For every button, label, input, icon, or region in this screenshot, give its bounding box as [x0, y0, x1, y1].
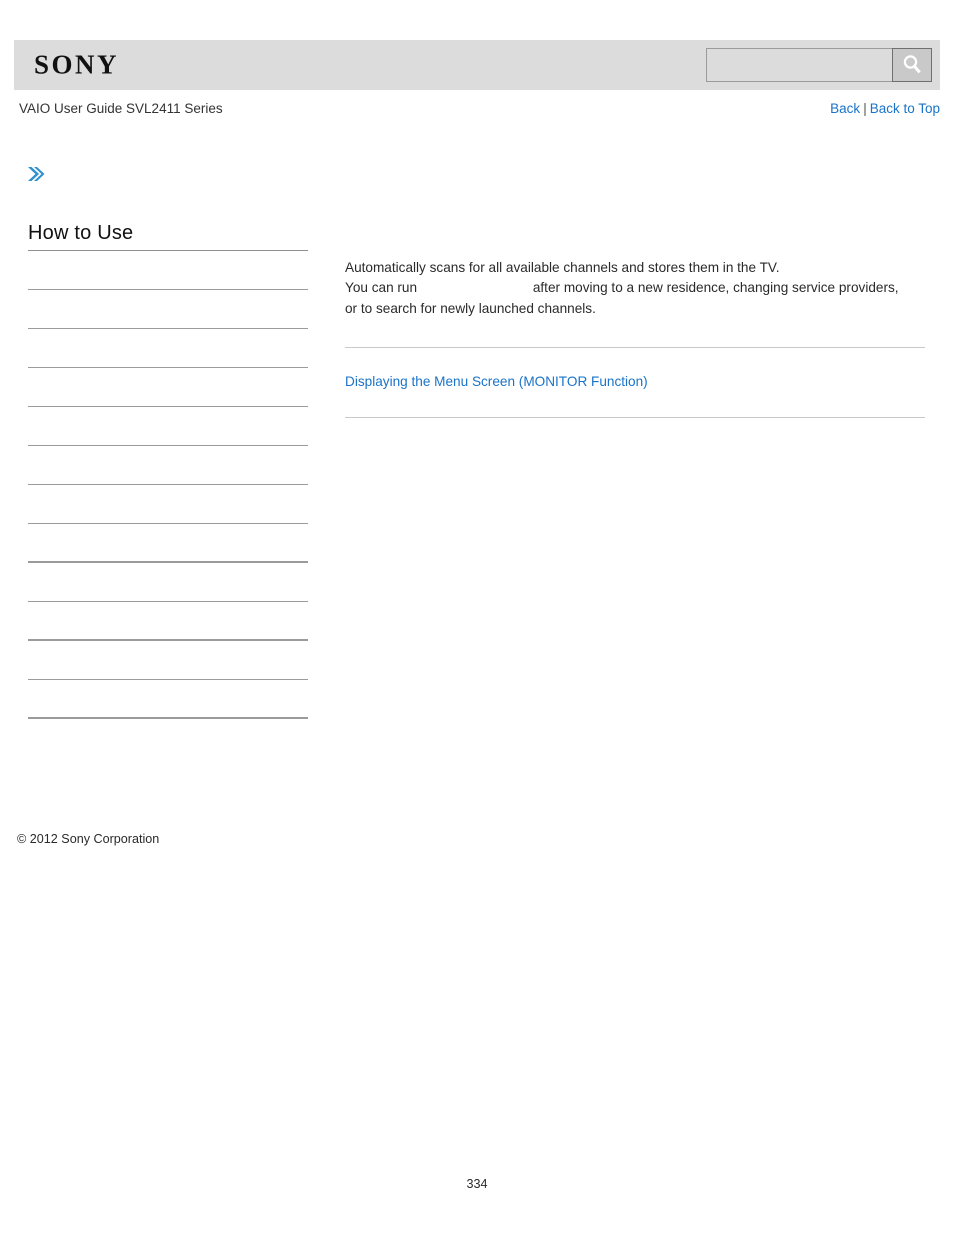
back-link[interactable]: Back	[830, 101, 860, 116]
breadcrumb: VAIO User Guide SVL2411 Series Back | Back…	[14, 101, 940, 121]
page-number: 334	[466, 1177, 488, 1191]
search-button[interactable]	[892, 48, 932, 82]
sidebar-item-5[interactable]	[28, 407, 308, 446]
header-nav-links: Back | Back to Top	[830, 101, 940, 116]
content-divider-top	[345, 346, 925, 348]
description-line-2-before: You can run	[345, 280, 418, 296]
sidebar-item-3[interactable]	[28, 329, 308, 368]
search-icon	[900, 53, 924, 77]
nav-separator: |	[863, 101, 867, 116]
sidebar-item-1[interactable]	[28, 251, 308, 290]
copyright-text: © 2012 Sony Corporation	[17, 832, 160, 846]
page-title: VAIO User Guide SVL2411 Series	[19, 101, 223, 116]
description-line-1: Automatically scans for all available ch…	[345, 260, 780, 275]
sidebar-item-4[interactable]	[28, 368, 308, 407]
sidebar-item-7[interactable]	[28, 485, 308, 524]
missing-term-placeholder	[417, 291, 529, 292]
sidebar-item-9[interactable]	[28, 563, 308, 602]
description-line-2-after: after moving to a new residence, changin…	[532, 280, 899, 296]
search-area	[706, 48, 932, 82]
description-paragraph: Automatically scans for all available ch…	[345, 258, 925, 319]
sidebar: How to Use	[28, 222, 308, 719]
sidebar-heading: How to Use	[28, 222, 134, 244]
sidebar-item-8[interactable]	[28, 524, 308, 563]
content-divider-bottom	[345, 416, 925, 418]
search-input[interactable]	[706, 48, 892, 82]
chevron-double-right-icon[interactable]	[25, 163, 47, 185]
main-content: Automatically scans for all available ch…	[345, 258, 925, 418]
sidebar-item-10[interactable]	[28, 602, 308, 641]
sidebar-item-2[interactable]	[28, 290, 308, 329]
description-line-3: or to search for newly launched channels…	[345, 300, 596, 316]
back-to-top-link[interactable]: Back to Top	[870, 101, 940, 116]
sony-logo: SONY	[34, 49, 120, 80]
site-header: SONY	[14, 40, 940, 90]
sidebar-item-12[interactable]	[28, 680, 308, 719]
sidebar-item-6[interactable]	[28, 446, 308, 485]
sidebar-item-11[interactable]	[28, 641, 308, 680]
related-topic-link[interactable]: Displaying the Menu Screen (MONITOR Func…	[345, 374, 925, 390]
